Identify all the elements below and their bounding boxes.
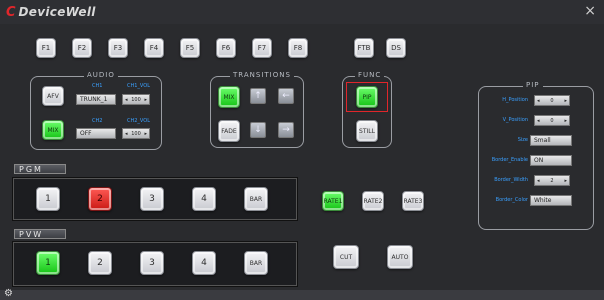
pvw-button-3[interactable]: 3 xyxy=(140,251,164,275)
function-key-f2[interactable]: F2 xyxy=(72,38,92,58)
increment-icon[interactable]: ▸ xyxy=(564,118,567,124)
title-bar: C DeviceWell × xyxy=(0,0,604,24)
logo-icon: C xyxy=(6,4,16,20)
pip-label-border-color: Border_Color xyxy=(495,197,528,203)
pip-value: 2 xyxy=(550,177,554,184)
arrow-left-icon: ← xyxy=(282,91,290,101)
pgm-button-1[interactable]: 1 xyxy=(36,187,60,211)
decrement-icon[interactable]: ◂ xyxy=(537,98,540,104)
ch1-label: CH1 xyxy=(92,83,103,89)
arrow-right-icon: → xyxy=(282,125,290,135)
pip-label-h-position: H_Position xyxy=(502,97,528,103)
pip-select-size[interactable]: Small xyxy=(530,135,572,146)
decrement-icon[interactable]: ◂ xyxy=(537,178,540,184)
still-button[interactable]: STILL xyxy=(356,120,378,142)
increment-icon[interactable]: ▸ xyxy=(564,98,567,104)
close-button[interactable]: × xyxy=(584,3,596,19)
function-key-f3[interactable]: F3 xyxy=(108,38,128,58)
func-title: FUNC xyxy=(355,71,385,79)
status-bar: ⚙ xyxy=(0,288,604,300)
pvw-button-2[interactable]: 2 xyxy=(88,251,112,275)
wipe-down-button[interactable]: ↓ xyxy=(250,122,266,138)
decrement-icon[interactable]: ◂ xyxy=(537,118,540,124)
function-key-f1[interactable]: F1 xyxy=(36,38,56,58)
afv-button[interactable]: AFV xyxy=(42,86,64,106)
cut-button[interactable]: CUT xyxy=(333,245,359,269)
pip-value: 0 xyxy=(550,97,554,104)
pip-spinner-border-width[interactable]: ◂ 2 ▸ xyxy=(534,175,570,186)
ds-button[interactable]: DS xyxy=(386,38,406,58)
settings-gear-icon[interactable]: ⚙ xyxy=(4,288,13,299)
pvw-title: PVW xyxy=(14,229,66,239)
ch1-vol-value: 100 xyxy=(131,96,141,103)
pip-label-border-enable: Border_Enable xyxy=(491,157,528,163)
pgm-button-3[interactable]: 3 xyxy=(140,187,164,211)
ch1-vol-spinner[interactable]: ◂ 100 ▸ xyxy=(122,94,150,105)
ch2-vol-spinner[interactable]: ◂ 100 ▸ xyxy=(122,128,150,139)
pip-label-size: Size xyxy=(517,137,528,143)
wipe-up-button[interactable]: ↑ xyxy=(250,88,266,104)
ch1-vol-inc[interactable]: ▸ xyxy=(144,97,147,103)
app-logo: C DeviceWell xyxy=(6,3,96,21)
ch2-vol-dec[interactable]: ◂ xyxy=(125,131,128,137)
pgm-title: PGM xyxy=(14,164,66,174)
increment-icon[interactable]: ▸ xyxy=(564,178,567,184)
function-key-f8[interactable]: F8 xyxy=(288,38,308,58)
pip-label-v-position: V_Position xyxy=(502,117,528,123)
ch2-select[interactable]: OFF xyxy=(76,128,116,139)
ch1-vol-label: CH1_VOL xyxy=(127,83,150,89)
pvw-button-bar[interactable]: BAR xyxy=(244,251,268,275)
ch2-label: CH2 xyxy=(92,118,103,124)
pip-value: 0 xyxy=(550,117,554,124)
pip-title: PIP xyxy=(523,81,543,89)
function-key-f5[interactable]: F5 xyxy=(180,38,200,58)
ch2-vol-label: CH2_VOL xyxy=(127,118,150,124)
rate2-button[interactable]: RATE2 xyxy=(362,191,384,211)
transitions-title: TRANSITIONS xyxy=(230,71,294,79)
pgm-button-4[interactable]: 4 xyxy=(192,187,216,211)
pip-button[interactable]: PIP xyxy=(356,86,378,108)
arrow-up-icon: ↑ xyxy=(254,91,262,101)
ch1-select[interactable]: TRUNK_1 xyxy=(76,94,116,105)
pip-select-border-enable[interactable]: ON xyxy=(530,155,572,166)
rate3-button[interactable]: RATE3 xyxy=(402,191,424,211)
ch2-vol-inc[interactable]: ▸ xyxy=(144,131,147,137)
fade-button[interactable]: FADE xyxy=(218,120,240,142)
transition-mix-button[interactable]: MIX xyxy=(218,86,240,108)
auto-button[interactable]: AUTO xyxy=(387,245,413,269)
rate1-button[interactable]: RATE1 xyxy=(322,191,344,211)
pip-spinner-h-position[interactable]: ◂ 0 ▸ xyxy=(534,95,570,106)
audio-title: AUDIO xyxy=(84,71,118,79)
function-key-f7[interactable]: F7 xyxy=(252,38,272,58)
pgm-button-bar[interactable]: BAR xyxy=(244,187,268,211)
function-key-f4[interactable]: F4 xyxy=(144,38,164,58)
ch1-vol-dec[interactable]: ◂ xyxy=(125,97,128,103)
audio-mix-button[interactable]: MIX xyxy=(42,120,64,140)
pvw-button-4[interactable]: 4 xyxy=(192,251,216,275)
pvw-button-1[interactable]: 1 xyxy=(36,251,60,275)
function-key-f6[interactable]: F6 xyxy=(216,38,236,58)
wipe-left-button[interactable]: ← xyxy=(278,88,294,104)
pgm-button-2[interactable]: 2 xyxy=(88,187,112,211)
ch2-vol-value: 100 xyxy=(131,130,141,137)
logo-text: DeviceWell xyxy=(18,5,96,19)
pip-select-border-color[interactable]: White xyxy=(530,195,572,206)
pip-spinner-v-position[interactable]: ◂ 0 ▸ xyxy=(534,115,570,126)
pip-label-border-width: Border_Width xyxy=(494,177,528,183)
wipe-right-button[interactable]: → xyxy=(278,122,294,138)
arrow-down-icon: ↓ xyxy=(254,125,262,135)
ftb-button[interactable]: FTB xyxy=(354,38,374,58)
